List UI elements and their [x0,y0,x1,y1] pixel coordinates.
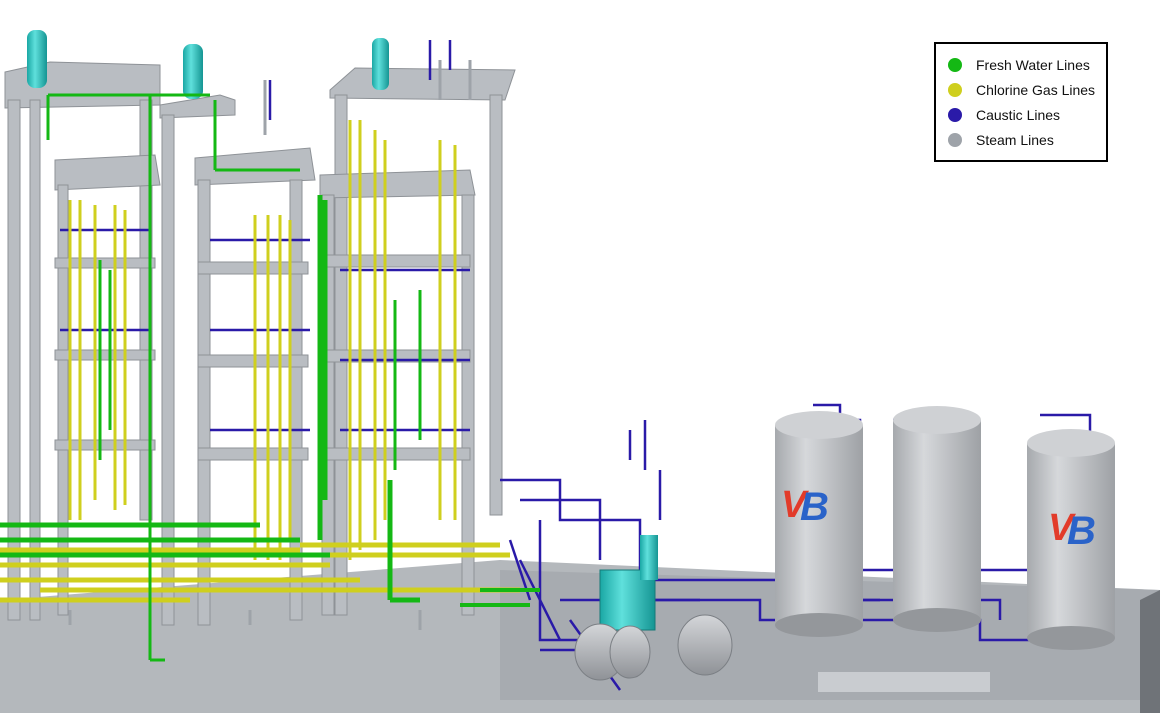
legend-item-fresh-water: Fresh Water Lines [948,52,1106,77]
legend-item-caustic: Caustic Lines [948,102,1106,127]
legend-item-chlorine-gas: Chlorine Gas Lines [948,77,1106,102]
legend-label-caustic: Caustic Lines [976,106,1061,123]
legend-swatch-caustic [948,107,962,122]
legend-item-steam: Steam Lines [948,127,1106,152]
legend-label-chlorine-gas: Chlorine Gas Lines [976,81,1096,98]
legend-label-fresh-water: Fresh Water Lines [976,56,1090,73]
vb-logo-tank-3: V B [1048,507,1096,553]
tower-structure-2 [159,94,316,626]
svg-text:B: B [1067,509,1096,553]
pump-skid-cyan [599,535,658,631]
tower-structure-1 [4,61,161,621]
storage-tank-2 [893,406,981,632]
legend-label-steam: Steam Lines [976,131,1054,148]
vb-logo-tank-1: V B [781,484,829,529]
legend-swatch-chlorine-gas [948,82,962,97]
legend-swatch-steam [948,132,962,147]
pipe-legend: Fresh Water Lines Chlorine Gas Lines Cau… [934,42,1108,162]
legend-swatch-fresh-water [948,57,962,72]
svg-text:B: B [800,485,829,529]
